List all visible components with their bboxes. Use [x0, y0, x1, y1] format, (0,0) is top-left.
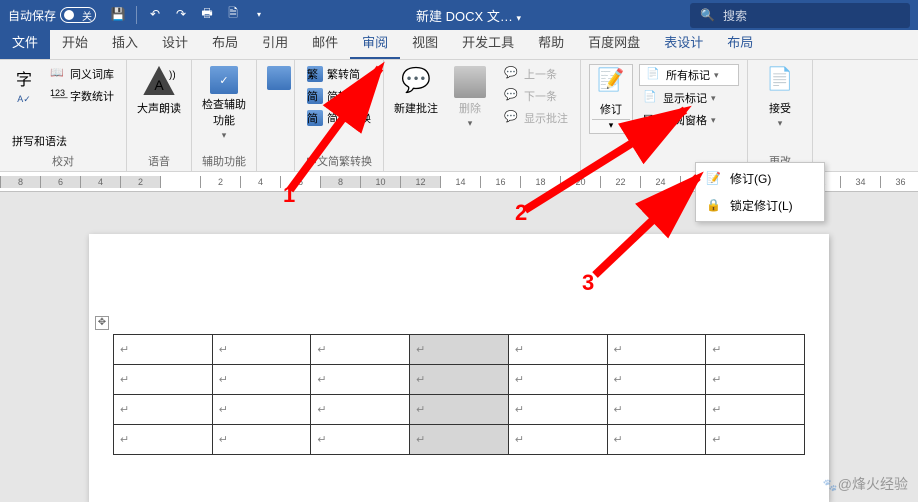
- trad-to-simp-button[interactable]: 繁繁转简: [303, 64, 375, 84]
- tab-references[interactable]: 引用: [250, 26, 300, 59]
- next-comment-button: 💬下一条: [500, 86, 572, 106]
- next-icon: 💬: [504, 88, 520, 104]
- tab-home[interactable]: 开始: [50, 26, 100, 59]
- show-icon: 💬: [504, 110, 520, 126]
- t2s-icon: 繁: [307, 66, 323, 82]
- new-comment-button[interactable]: 💬 新建批注: [392, 64, 440, 118]
- tab-help[interactable]: 帮助: [526, 26, 576, 59]
- group-comments: 💬 新建批注 删除 💬上一条 💬下一条 💬显示批注: [384, 60, 581, 171]
- book-icon: 📖: [50, 66, 66, 82]
- track-icon: 📝: [706, 171, 722, 187]
- tab-table-design[interactable]: 表设计: [652, 26, 715, 59]
- delete-comment-icon: [454, 66, 486, 98]
- svg-text:)): )): [169, 70, 175, 81]
- lock-icon: 🔒: [706, 198, 722, 214]
- tab-design[interactable]: 设计: [150, 26, 200, 59]
- group-changes: 📄 接受 更改: [748, 60, 813, 171]
- spelling-button[interactable]: 拼写和语法: [8, 131, 118, 151]
- show-markup-dropdown[interactable]: 📄显示标记: [639, 88, 739, 108]
- markup-display-dropdown[interactable]: 📄所有标记: [639, 64, 739, 86]
- tab-view[interactable]: 视图: [400, 26, 450, 59]
- globe-icon: [267, 66, 291, 90]
- pane-icon: ▤: [643, 112, 659, 128]
- tab-file[interactable]: 文件: [0, 26, 50, 59]
- tab-insert[interactable]: 插入: [100, 26, 150, 59]
- track-changes-button[interactable]: 📝 修订 ▾: [589, 64, 633, 134]
- menu-item-track[interactable]: 📝 修订(G): [698, 165, 822, 192]
- customize-qat-icon[interactable]: ▾: [251, 6, 267, 22]
- group-speech: A)) 大声朗读 语音: [127, 60, 192, 171]
- search-icon: 🔍: [700, 8, 715, 22]
- document-title: 新建 DOCX 文… ▾: [275, 6, 662, 25]
- wordcount-button[interactable]: 1̲2̲3̲字数统计: [46, 86, 118, 106]
- table-row: ↵↵↵ ↵↵↵↵: [114, 425, 805, 455]
- table-move-handle[interactable]: ✥: [95, 316, 109, 330]
- tab-baidu-netdisk[interactable]: 百度网盘: [576, 26, 652, 59]
- table-row: ↵↵↵ ↵↵↵↵: [114, 365, 805, 395]
- track-changes-icon: 📝: [595, 67, 627, 99]
- ribbon: 字A✓ 📖同义词库 1̲2̲3̲字数统计 拼写和语法 校对 A)) 大声朗读 语…: [0, 60, 918, 172]
- prev-comment-button: 💬上一条: [500, 64, 572, 84]
- undo-icon[interactable]: ↶: [147, 6, 163, 22]
- autosave-state: 关: [82, 8, 92, 23]
- accept-icon: 📄: [764, 66, 796, 98]
- search-placeholder: 搜索: [723, 7, 747, 24]
- group-chinese-conversion: 繁繁转简 简简转繁 简简繁转换 中文简繁转换: [295, 60, 384, 171]
- tab-review[interactable]: 审阅: [350, 26, 400, 59]
- document-area[interactable]: ✥ ↵↵↵ ↵↵↵↵ ↵↵↵ ↵↵↵↵ ↵↵↵ ↵↵↵↵ ↵↵↵ ↵↵↵↵: [0, 192, 918, 502]
- language-button[interactable]: [265, 64, 293, 92]
- page: ✥ ↵↵↵ ↵↵↵↵ ↵↵↵ ↵↵↵↵ ↵↵↵ ↵↵↵↵ ↵↵↵ ↵↵↵↵: [89, 234, 829, 502]
- thesaurus-button[interactable]: 📖同义词库: [46, 64, 118, 84]
- showmarkup-icon: 📄: [643, 90, 659, 106]
- search-box[interactable]: 🔍 搜索: [690, 3, 910, 28]
- separator: [136, 6, 137, 24]
- group-accessibility: ✓ 检查辅助功能 辅助功能: [192, 60, 257, 171]
- markup-icon: 📄: [646, 67, 662, 83]
- convert-icon: 简: [307, 110, 323, 126]
- simp-to-trad-button[interactable]: 简简转繁: [303, 86, 375, 106]
- watermark: 🐾@烽火经验: [823, 474, 908, 494]
- tab-layout[interactable]: 布局: [200, 26, 250, 59]
- document-table[interactable]: ↵↵↵ ↵↵↵↵ ↵↵↵ ↵↵↵↵ ↵↵↵ ↵↵↵↵ ↵↵↵ ↵↵↵↵: [113, 334, 805, 455]
- save-icon[interactable]: 💾: [110, 6, 126, 22]
- table-row: ↵↵↵ ↵↵↵↵: [114, 335, 805, 365]
- group-tracking: 📝 修订 ▾ 📄所有标记 📄显示标记 ▤审阅窗格: [581, 60, 748, 171]
- delete-comment-button: 删除: [446, 64, 494, 131]
- group-label: [392, 167, 572, 169]
- group-label: 中文简繁转换: [303, 151, 375, 169]
- convert-button[interactable]: 简简繁转换: [303, 108, 375, 128]
- tab-table-layout[interactable]: 布局: [715, 26, 765, 59]
- printpreview-icon[interactable]: 🗎: [225, 6, 241, 22]
- autosave-label: 自动保存: [8, 7, 56, 24]
- quick-access-toolbar: 💾 ↶ ↷ 🖶 🗎 ▾: [110, 6, 267, 24]
- group-language: [257, 60, 295, 171]
- tab-developer[interactable]: 开发工具: [450, 26, 526, 59]
- group-label: 辅助功能: [200, 151, 248, 169]
- menu-item-lock-tracking[interactable]: 🔒 锁定修订(L): [698, 192, 822, 219]
- reviewing-pane-dropdown[interactable]: ▤审阅窗格: [639, 110, 739, 130]
- svg-text:A: A: [154, 77, 164, 93]
- group-label: 语音: [135, 151, 183, 169]
- check-a11y-button[interactable]: ✓ 检查辅助功能: [200, 64, 248, 143]
- group-label: 校对: [8, 151, 118, 169]
- print-icon[interactable]: 🖶: [199, 6, 215, 22]
- redo-icon[interactable]: ↷: [173, 6, 189, 22]
- accept-button[interactable]: 📄 接受: [756, 64, 804, 131]
- prev-icon: 💬: [504, 66, 520, 82]
- show-comments-button: 💬显示批注: [500, 108, 572, 128]
- readaloud-button[interactable]: A)) 大声朗读: [135, 64, 183, 118]
- spelling-icon[interactable]: 字A✓: [8, 64, 40, 107]
- accessibility-icon: ✓: [210, 66, 238, 94]
- table-row: ↵↵↵ ↵↵↵↵: [114, 395, 805, 425]
- comment-icon: 💬: [400, 66, 432, 98]
- ribbon-tabs: 文件 开始 插入 设计 布局 引用 邮件 审阅 视图 开发工具 帮助 百度网盘 …: [0, 30, 918, 60]
- count-icon: 1̲2̲3̲: [50, 88, 66, 104]
- track-changes-menu: 📝 修订(G) 🔒 锁定修订(L): [695, 162, 825, 222]
- group-label: [265, 167, 286, 169]
- tab-mailings[interactable]: 邮件: [300, 26, 350, 59]
- autosave-toggle[interactable]: 自动保存 关: [8, 7, 96, 24]
- group-proofing: 字A✓ 📖同义词库 1̲2̲3̲字数统计 拼写和语法 校对: [0, 60, 127, 171]
- s2t-icon: 简: [307, 88, 323, 104]
